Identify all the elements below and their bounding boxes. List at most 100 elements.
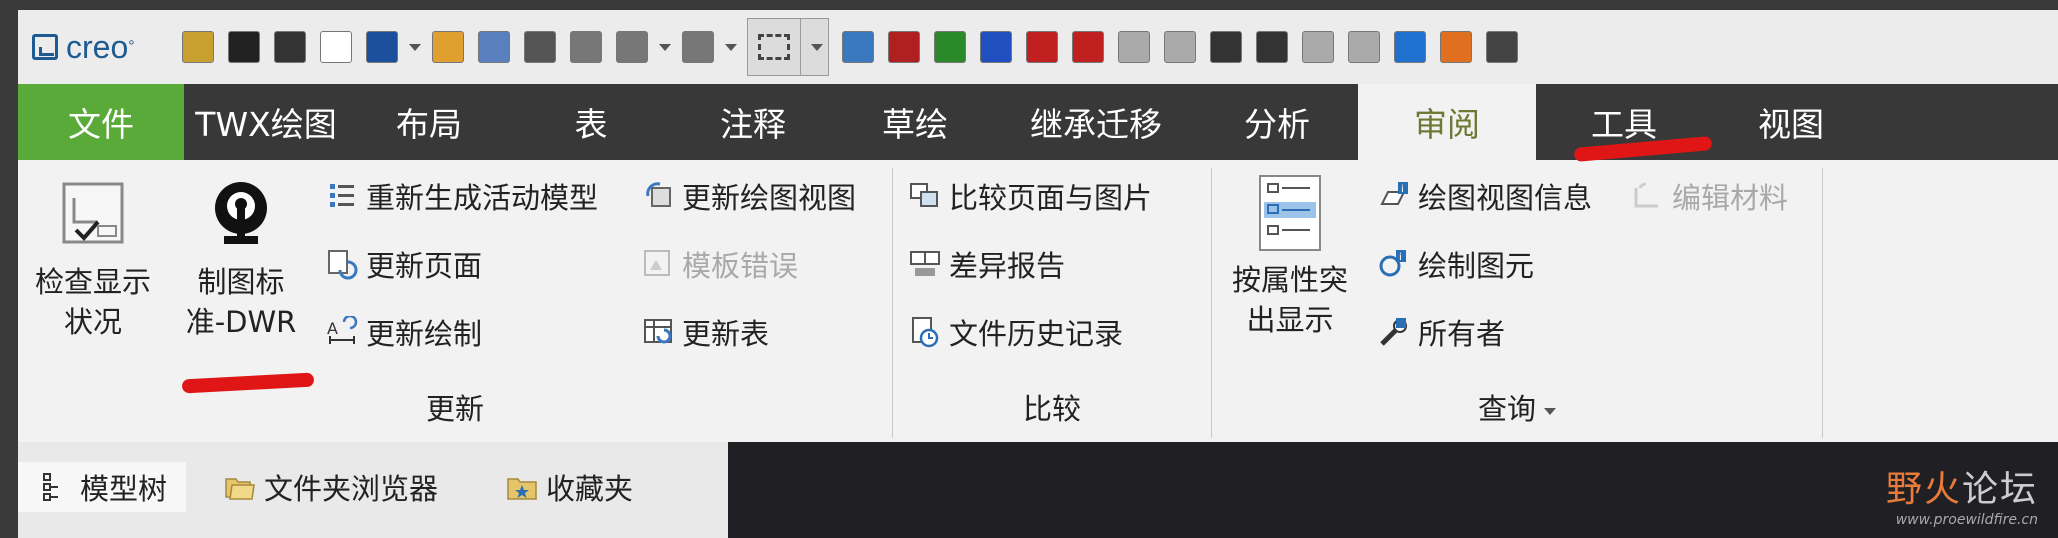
creo-logo-icon (32, 34, 58, 60)
refresh-icon[interactable] (1203, 24, 1249, 70)
svg-text:i: i (1401, 184, 1404, 195)
blue-cube-icon-glyph (1393, 31, 1426, 63)
group-label-query: 查询 (1477, 392, 1536, 426)
drw-icon[interactable] (1433, 24, 1479, 70)
update-tables-button[interactable]: 更新表 (642, 310, 769, 354)
pencil-icon[interactable] (881, 24, 927, 70)
window-switch-icon[interactable] (1479, 24, 1525, 70)
drawing-window-icon[interactable] (359, 24, 405, 70)
new-file-icon-glyph (319, 31, 352, 63)
tab-view[interactable]: 视图 (1712, 84, 1870, 160)
update-pages-button[interactable]: 更新页面 (326, 242, 482, 286)
file-history-button[interactable]: 文件历史记录 (909, 310, 1123, 354)
update-draw-label: 更新绘制 (366, 317, 483, 351)
tab-analysis[interactable]: 分析 (1196, 84, 1358, 160)
open-folder-icon-glyph (431, 31, 464, 63)
redo-icon[interactable] (675, 24, 721, 70)
chevron-down-icon[interactable] (405, 24, 425, 70)
copy-icon[interactable] (1111, 24, 1157, 70)
drawing-view-info-button[interactable]: i 绘图视图信息 (1378, 174, 1592, 218)
v2-icon[interactable] (1065, 24, 1111, 70)
close-windows-icon[interactable] (1249, 24, 1295, 70)
ribbon-panel: 检查显示 状况 制图标 准-DWR 重新生成活动模型 更新页面 A 更新绘制 更… (18, 160, 2058, 442)
owner-label: 所有者 (1418, 317, 1506, 351)
redo-icon-glyph (681, 31, 714, 63)
graphics-area[interactable]: 野火论坛 www.proewildfire.cn (728, 442, 2058, 538)
draw-entity-button[interactable]: i 绘制图元 (1378, 242, 1534, 286)
chevron-down-icon (1544, 407, 1556, 415)
highlight-by-attribute-button[interactable]: 按属性突 出显示 (1220, 174, 1360, 340)
model-tree-icon (40, 471, 72, 503)
tab-file[interactable]: 文件 (18, 84, 184, 160)
highlight-by-attribute-label-line2: 出显示 (1246, 303, 1334, 337)
update-pages-label: 更新页面 (366, 249, 483, 283)
update-drawing-views-button[interactable]: 更新绘图视图 (642, 174, 856, 218)
svg-text:A: A (327, 319, 338, 338)
edit-grey-icon[interactable] (1295, 24, 1341, 70)
open-folder-icon[interactable] (425, 24, 471, 70)
quick-access-toolbar: creo ° (18, 10, 2058, 84)
table-grey-icon[interactable] (1341, 24, 1387, 70)
window-switch-icon-glyph (1485, 31, 1518, 63)
update-drawing-views-label: 更新绘图视图 (682, 181, 857, 215)
difference-report-button[interactable]: 差异报告 (909, 242, 1065, 286)
group-label-query-dropdown[interactable]: 查询 (1212, 386, 1822, 428)
folder-browser-label: 文件夹浏览器 (264, 472, 439, 506)
blue-cube-icon[interactable] (1387, 24, 1433, 70)
undo-icon[interactable] (609, 24, 655, 70)
edit-notes-icon-glyph (477, 31, 510, 63)
ruler-icon[interactable] (221, 24, 267, 70)
tab-model-tree[interactable]: 模型树 (18, 462, 186, 512)
drawing-standard-dwr-button[interactable]: 制图标 准-DWR (176, 178, 306, 342)
chevron-down-icon[interactable] (810, 43, 823, 51)
chevron-down-icon[interactable] (655, 24, 675, 70)
check-display-status-button[interactable]: 检查显示 状况 (28, 178, 158, 342)
compare-screen-icon-glyph (933, 31, 966, 63)
watermark-url: www.proewildfire.cn (1895, 512, 2038, 528)
paste-icon[interactable] (1157, 24, 1203, 70)
tab-folder-browser[interactable]: 文件夹浏览器 (224, 462, 438, 512)
highlight-attribute-icon (1254, 174, 1326, 252)
drawing-standard-label-line2: 准-DWR (185, 305, 297, 339)
view-info-icon: i (1378, 180, 1410, 212)
tab-review[interactable]: 审阅 (1358, 84, 1536, 160)
check-model-icon[interactable] (175, 24, 221, 70)
tab-twx-drawing[interactable]: TWX绘图 (184, 84, 348, 160)
chevron-down-icon[interactable] (721, 24, 741, 70)
compare-screen-icon[interactable] (927, 24, 973, 70)
regenerate-list-icon-glyph (841, 31, 874, 63)
tab-sketch[interactable]: 草绘 (834, 84, 996, 160)
edit-material-button[interactable]: 编辑材料 (1632, 174, 1788, 218)
chevron-down-glyph (724, 43, 737, 51)
ribbon-group-compare: 比较页面与图片 差异报告 文件历史记录 比较 (893, 160, 1211, 442)
text-style-icon-glyph (1025, 31, 1058, 63)
tab-favorites[interactable]: 收藏夹 (506, 462, 633, 512)
broom-icon[interactable] (267, 24, 313, 70)
v2-icon-glyph (1071, 31, 1104, 63)
paint-bucket-icon[interactable] (973, 24, 1019, 70)
tab-inheritance[interactable]: 继承迁移 (996, 84, 1196, 160)
tab-annotate[interactable]: 注释 (672, 84, 834, 160)
regenerate-active-model-button[interactable]: 重新生成活动模型 (326, 174, 598, 218)
save-as-icon[interactable] (563, 24, 609, 70)
file-history-icon (909, 316, 941, 348)
drawing-standard-label-line1: 制图标 (197, 265, 285, 299)
group-label-update: 更新 (425, 392, 484, 426)
regenerate-list-icon[interactable] (835, 24, 881, 70)
edit-notes-icon[interactable] (471, 24, 517, 70)
copy-icon-glyph (1117, 31, 1150, 63)
compare-page-image-button[interactable]: 比较页面与图片 (909, 174, 1152, 218)
tab-layout[interactable]: 布局 (348, 84, 510, 160)
selection-box-dropdown[interactable] (746, 18, 829, 76)
watermark: 野火论坛 www.proewildfire.cn (1886, 460, 2038, 528)
text-style-icon[interactable] (1019, 24, 1065, 70)
update-draw-button[interactable]: A 更新绘制 (326, 310, 482, 354)
tab-table[interactable]: 表 (510, 84, 672, 160)
owner-button[interactable]: 所有者 (1378, 310, 1505, 354)
save-icon[interactable] (517, 24, 563, 70)
update-views-icon (642, 180, 674, 212)
navigator-panel: 模型树 文件夹浏览器 收藏夹 (18, 442, 728, 538)
table-grey-icon-glyph (1347, 31, 1380, 63)
new-file-icon[interactable] (313, 24, 359, 70)
template-errors-button[interactable]: 模板错误 (642, 242, 798, 286)
